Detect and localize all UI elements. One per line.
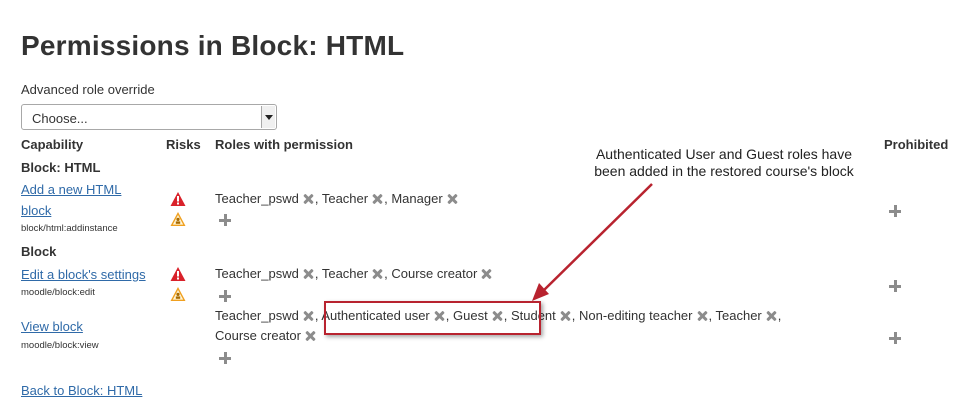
x-icon[interactable] xyxy=(447,194,457,204)
x-icon[interactable] xyxy=(305,331,315,341)
plus-icon[interactable] xyxy=(219,290,231,302)
header-prohibited: Prohibited xyxy=(884,137,949,152)
x-icon[interactable] xyxy=(372,269,382,279)
capability-link-line: Add a new HTML xyxy=(21,182,122,197)
x-icon[interactable] xyxy=(303,194,313,204)
select-value: Choose... xyxy=(32,111,88,126)
plus-icon[interactable] xyxy=(889,205,901,217)
roles-list: Teacher_pswd, Teacher, Course creator xyxy=(215,264,493,284)
warning-person-icon[interactable] xyxy=(170,211,186,227)
warning-person-icon[interactable] xyxy=(170,286,186,302)
capability-link-add-html-block[interactable]: Add a new HTML block xyxy=(21,179,121,221)
role-manager: Manager xyxy=(391,191,443,206)
advanced-role-override-select[interactable]: Choose... xyxy=(21,104,277,130)
role-teacher-pswd: Teacher_pswd xyxy=(215,266,299,281)
plus-icon[interactable] xyxy=(219,214,231,226)
callout-arrow xyxy=(532,183,653,301)
x-icon[interactable] xyxy=(560,311,570,321)
capability-name: block/html:addinstance xyxy=(21,223,118,234)
role-teacher: Teacher xyxy=(321,191,369,206)
roles-list: Teacher_pswd, Teacher, Manager xyxy=(215,189,459,209)
role-teacher-pswd: Teacher_pswd xyxy=(215,308,299,323)
advanced-role-override-label: Advanced role override xyxy=(21,82,155,97)
plus-icon[interactable] xyxy=(889,280,901,292)
role-non-editing-teacher: Non-editing teacher xyxy=(579,308,693,323)
header-capability: Capability xyxy=(21,137,84,152)
callout-text: Authenticated User and Guest roles have … xyxy=(594,146,854,179)
role-course-creator: Course creator xyxy=(215,328,301,343)
role-teacher: Teacher xyxy=(321,266,369,281)
callout-highlight-box xyxy=(324,301,541,335)
warning-triangle-icon[interactable] xyxy=(170,191,186,207)
x-icon[interactable] xyxy=(697,311,707,321)
capability-link-line: block xyxy=(21,203,52,218)
capability-name: moodle/block:view xyxy=(21,340,99,351)
header-roles: Roles with permission xyxy=(215,137,353,152)
chevron-down-icon[interactable] xyxy=(261,106,275,128)
x-icon[interactable] xyxy=(303,269,313,279)
page-title: Permissions in Block: HTML xyxy=(21,30,405,61)
x-icon[interactable] xyxy=(372,194,382,204)
roles-list-continued: Course creator xyxy=(215,326,317,346)
x-icon[interactable] xyxy=(303,311,313,321)
header-risks: Risks xyxy=(166,137,201,152)
role-teacher-pswd: Teacher_pswd xyxy=(215,191,299,206)
back-to-block-link[interactable]: Back to Block: HTML xyxy=(21,383,142,398)
warning-triangle-icon[interactable] xyxy=(170,266,186,282)
x-icon[interactable] xyxy=(766,311,776,321)
plus-icon[interactable] xyxy=(889,332,901,344)
plus-icon[interactable] xyxy=(219,352,231,364)
section-heading: Block xyxy=(21,244,57,259)
role-teacher: Teacher xyxy=(715,308,762,323)
capability-link-view-block[interactable]: View block xyxy=(21,316,83,337)
section-heading: Block: HTML xyxy=(21,160,101,175)
role-course-creator: Course creator xyxy=(391,266,478,281)
x-icon[interactable] xyxy=(481,269,491,279)
capability-name: moodle/block:edit xyxy=(21,287,95,298)
capability-link-edit-block-settings[interactable]: Edit a block's settings xyxy=(21,264,146,285)
